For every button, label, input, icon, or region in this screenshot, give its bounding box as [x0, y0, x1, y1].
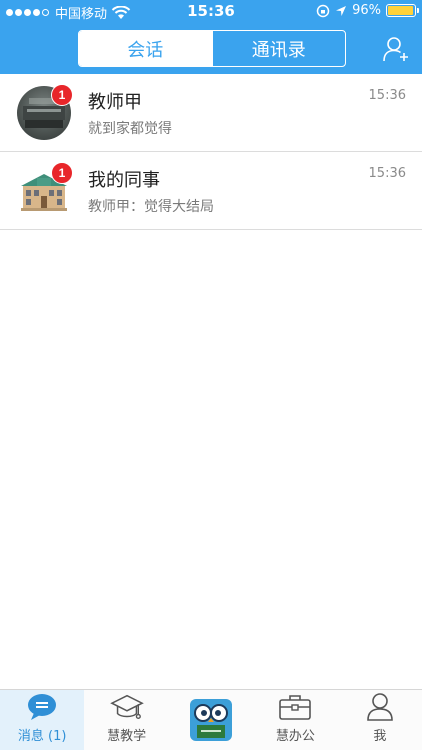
- tab-home-logo[interactable]: [169, 690, 253, 750]
- avatar: 1: [17, 162, 73, 218]
- tab-label: 我: [373, 729, 387, 744]
- tab-office[interactable]: 慧办公: [253, 690, 337, 750]
- status-bar: 中国移动 15:36 96%: [0, 0, 422, 24]
- graduation-cap-icon: [109, 691, 144, 723]
- unread-badge: 1: [51, 162, 73, 184]
- tab-label: 慧办公: [275, 729, 315, 744]
- header: 中国移动 15:36 96% 会话 通讯录: [0, 0, 422, 74]
- briefcase-icon: [278, 691, 312, 723]
- conversation-title: 教师甲: [88, 92, 142, 113]
- tab-contacts[interactable]: 通讯录: [211, 31, 346, 66]
- battery-icon: [386, 4, 419, 17]
- conversation-time: 15:36: [368, 88, 406, 103]
- tab-me[interactable]: 我: [338, 690, 422, 750]
- tab-bar: 消息 (1) 慧教学 慧办公 我: [0, 689, 422, 750]
- conversation-preview: 就到家都觉得: [88, 121, 172, 137]
- tab-teaching[interactable]: 慧教学: [84, 690, 168, 750]
- conversation-time: 15:36: [368, 166, 406, 181]
- conversation-preview: 教师甲：觉得大结局: [88, 199, 214, 215]
- owl-logo-icon: [190, 699, 233, 741]
- conversation-list: 1 教师甲 就到家都觉得 15:36 1 我的同事 教师甲：觉得大结局 15:3…: [0, 74, 422, 230]
- unread-badge: 1: [51, 84, 73, 106]
- message-icon: [25, 691, 59, 723]
- conversation-row[interactable]: 1 我的同事 教师甲：觉得大结局 15:36: [0, 152, 422, 230]
- tab-messages[interactable]: 消息 (1): [0, 690, 85, 750]
- rotation-lock-icon: [316, 4, 330, 17]
- avatar: 1: [17, 84, 73, 140]
- location-icon: [336, 5, 347, 16]
- add-contact-icon[interactable]: [382, 35, 410, 63]
- conversation-row[interactable]: 1 教师甲 就到家都觉得 15:36: [0, 74, 422, 152]
- tab-conversations[interactable]: 会话: [79, 31, 212, 66]
- person-icon: [363, 691, 397, 723]
- battery-percent: 96%: [352, 3, 381, 18]
- conversation-title: 我的同事: [88, 170, 160, 191]
- tab-label: 消息 (1): [17, 729, 67, 744]
- segmented-control: 会话 通讯录: [78, 30, 346, 67]
- status-right: 96%: [316, 3, 419, 18]
- tab-label: 慧教学: [107, 729, 147, 744]
